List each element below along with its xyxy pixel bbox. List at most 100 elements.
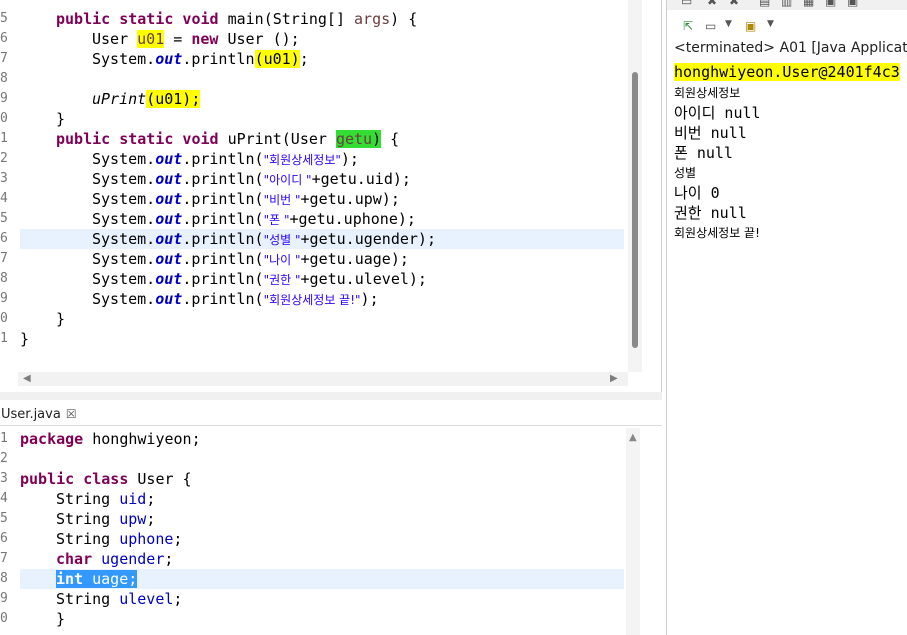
line-number: 3 [0,471,8,486]
code-text: +getu.uage); [300,250,409,268]
code-line-new-user: User u01 = new User (); [92,29,300,49]
chevron-down-icon[interactable]: ▼ [767,19,774,29]
open-console-icon[interactable]: ⇱ [683,19,693,33]
terminate-icon[interactable]: ✖ [707,0,717,8]
line-number: 1 [0,131,8,146]
code-keyword: public static void [56,130,219,148]
field-name: ugender [101,550,165,568]
word-wrap-icon[interactable]: ▦ [803,0,814,8]
field-type: String [56,590,111,608]
code-text: +getu.uphone); [289,210,416,228]
field-type: String [56,490,111,508]
code-line-println: System.out.println("비번 "+getu.upw); [92,189,400,209]
code-line-field: String upw; [56,510,156,528]
code-text: .println( [182,150,264,168]
code-text: System. [92,230,156,248]
code-text: User [92,30,138,48]
main-code-editor[interactable]: 5 6 7 8 9 0 1 2 3 4 5 6 7 8 9 0 1 public… [0,0,628,372]
code-line-println: System.out.println("폰 "+getu.uphone); [92,209,416,229]
line-number: 4 [0,491,8,506]
code-text: honghwiyeon; [83,430,201,448]
editor-splitter[interactable] [0,392,662,400]
scroll-up-icon[interactable]: ▲ [629,432,637,443]
code-string: "비번 " [263,193,301,207]
code-text: { [381,130,400,148]
line-number: 5 [0,11,8,26]
code-line-field: String uid; [56,490,156,508]
horizontal-scrollbar[interactable]: ◀ ▶ [18,372,628,386]
console-output-line: 회원상세정보 끝! [674,226,760,240]
line-number: 6 [0,31,8,46]
pin-console-icon[interactable]: ▣ [825,0,836,8]
tab-label: User.java [1,407,61,422]
code-text: +getu.uid); [311,170,411,188]
code-text: User (); [218,30,300,48]
code-line-println: System.out.println("회원상세정보 끝!"); [92,289,379,309]
line-number: 9 [0,91,8,106]
remove-launch-icon[interactable]: ✖ [729,0,739,8]
line-number: 5 [0,211,8,226]
clear-icon[interactable]: ▤ [759,0,770,8]
code-string: "아이디 " [263,173,312,187]
line-number: 7 [0,551,8,566]
line-number: 7 [0,51,8,66]
editor-tab-bar: User.java ☒ [0,400,662,426]
code-text: System. [92,170,156,188]
console-output-line: 아이디 null [674,104,761,122]
code-line-close-brace: } [56,110,66,128]
scroll-right-icon[interactable]: ▶ [610,373,618,384]
pane-gap [642,0,666,392]
code-line-uprint-call: uPrint(u01); [92,89,201,109]
line-number: 2 [0,451,8,466]
field-name: upw [119,510,147,528]
code-text: System. [92,50,156,68]
vertical-scrollbar-thumb[interactable] [632,72,638,348]
vertical-scrollbar[interactable]: ▲ [626,428,640,635]
code-keyword: public class [20,470,129,488]
code-field: out [155,170,183,188]
code-text: +getu.ugender); [300,230,436,248]
console-toolbar: ⇱ ▭ ▼ ▣ ▼ [667,16,907,38]
scroll-lock-icon[interactable]: ▥ [781,0,792,8]
show-console-icon[interactable]: ▣ [847,0,858,8]
tab-user-java[interactable]: User.java ☒ [0,403,77,425]
highlighted-variable: u01 [137,30,165,48]
code-text: .println [182,50,255,68]
highlighted-parameter: getu [335,130,373,148]
user-code-editor[interactable]: 1 2 3 4 5 6 7 8 9 0 package honghwiyeon;… [0,428,628,635]
line-number: 6 [0,531,8,546]
code-line-package: package honghwiyeon; [20,429,201,449]
code-text: = [164,30,192,48]
console-output-line: honghwiyeon.User@2401f4c3 [674,63,900,81]
highlighted-expression: (u01) [254,50,300,68]
close-tab-icon[interactable]: ☒ [66,407,77,421]
code-field: out [155,190,183,208]
field-type: String [56,510,111,528]
line-number: 3 [0,171,8,186]
code-text: .println( [182,170,264,188]
highlighted-expression: (u01); [146,90,201,108]
highlighted-paren: ) [372,130,382,148]
line-number: 0 [0,611,8,626]
chevron-down-icon[interactable]: ▼ [725,19,732,29]
new-console-icon[interactable]: ▣ [745,19,756,33]
scroll-left-icon[interactable]: ◀ [23,373,31,384]
console-output-line: 권한 null [674,204,747,222]
line-number: 9 [0,591,8,606]
code-text: ) { [390,10,418,28]
line-number: 4 [0,191,8,206]
clear-console-icon[interactable]: ▭ [681,0,692,8]
code-text: +getu.upw); [300,190,400,208]
code-text: System. [92,210,156,228]
field-name: uphone [119,530,174,548]
code-line-println: System.out.println("권한 "+getu.ulevel); [92,269,427,289]
code-text: System. [92,150,156,168]
console-output-line: 폰 null [674,144,733,162]
code-string: "나이 " [263,253,301,267]
line-number: 1 [0,331,8,346]
display-console-icon[interactable]: ▭ [705,19,716,33]
console-toolbar-top: ▭ ✖ ✖ ▤ ▥ ▦ ▣ ▣ [667,0,907,10]
console-title: <terminated> A01 [Java Application] [674,40,907,56]
code-string: "성별 " [263,233,301,247]
field-type: char [56,550,93,568]
